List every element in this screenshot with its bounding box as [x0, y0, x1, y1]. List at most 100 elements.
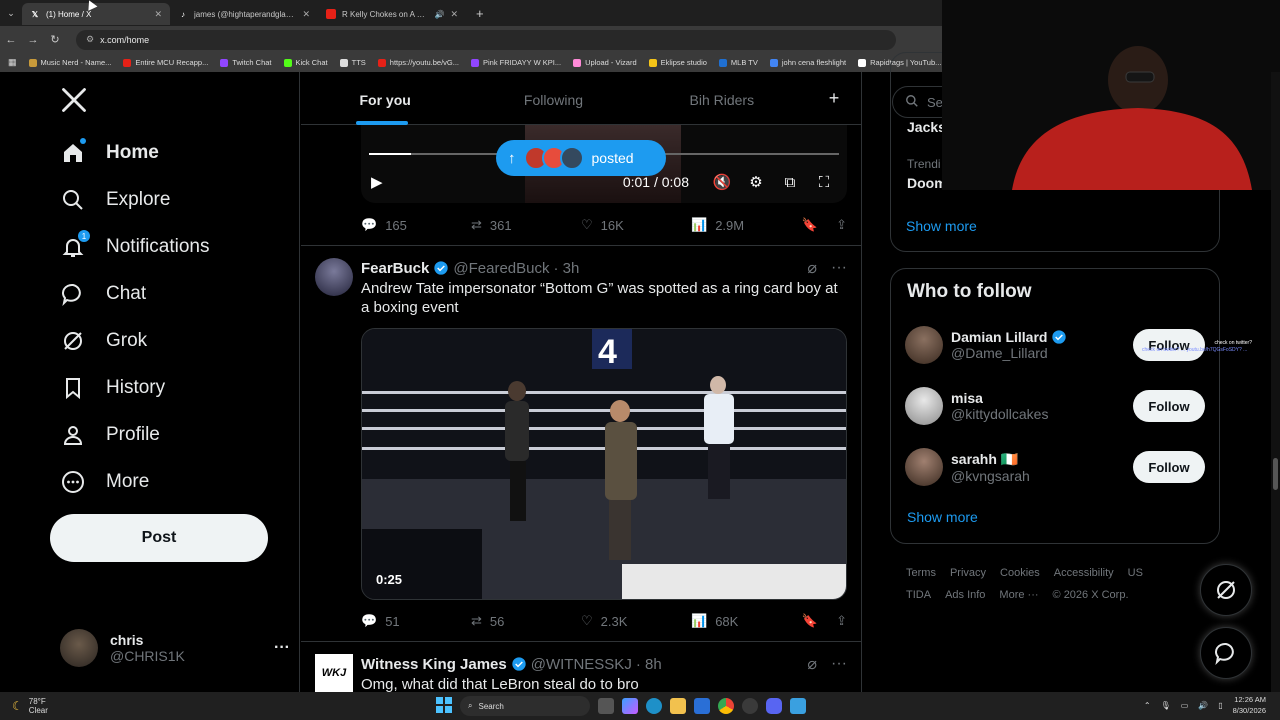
author-name[interactable]: Witness King James [361, 656, 507, 673]
bookmark-item[interactable]: Kick Chat [283, 58, 328, 67]
like-button[interactable]: ♡ 16K [581, 217, 691, 233]
x-logo-icon[interactable] [60, 86, 88, 122]
avatar[interactable]: WKJ [315, 654, 353, 692]
bookmark-item[interactable]: Pink FRIDAYY W KPI... [471, 58, 561, 67]
views-button[interactable]: 📊 68K [691, 613, 801, 629]
follow-suggestion[interactable]: misa @kittydollcakes Follow [905, 386, 1205, 426]
footer-link[interactable]: Accessibility [1054, 567, 1114, 579]
repost-button[interactable]: ⇄ 56 [471, 613, 581, 629]
like-button[interactable]: ♡ 2.3K [581, 613, 691, 629]
store-icon[interactable] [694, 698, 710, 714]
forward-icon[interactable]: → [22, 34, 44, 46]
trend-cut-top[interactable]: Jacks [907, 119, 946, 135]
bookmark-item[interactable]: Upload - Vizard [573, 58, 637, 67]
grok-fab-button[interactable] [1200, 564, 1252, 616]
browser-tab-youtube[interactable]: R Kelly Chokes on A Huge 🔊 ✕ [318, 3, 466, 25]
footer-link[interactable]: © 2026 X Corp. [1053, 589, 1129, 601]
page-scrollbar[interactable] [1271, 72, 1280, 692]
new-posts-pill[interactable]: ↑ posted [496, 140, 666, 176]
bookmark-item[interactable]: Twitch Chat [220, 58, 272, 67]
play-icon[interactable]: ▶ [371, 173, 405, 191]
bookmark-icon[interactable]: 🔖 [802, 613, 818, 629]
footer-link[interactable]: Ads Info [945, 589, 985, 601]
more-options-icon[interactable]: ··· [831, 259, 847, 277]
edge-icon[interactable] [646, 698, 662, 714]
grok-icon[interactable]: ⌀ [807, 654, 817, 674]
nav-history[interactable]: History [60, 373, 165, 403]
browser-tab-tiktok[interactable]: ♪ james (@hightaperandglasses) ✕ [170, 3, 318, 25]
account-menu-icon[interactable]: ··· [274, 639, 290, 657]
bookmark-item[interactable]: MLB TV [718, 58, 758, 67]
bookmark-item[interactable]: Entire MCU Recapp... [123, 58, 208, 67]
reply-button[interactable]: 💬 165 [361, 217, 471, 233]
tweet-time[interactable]: · 3h [553, 260, 579, 277]
close-tab-icon[interactable]: ✕ [450, 9, 458, 20]
bookmark-item[interactable]: https://youtu.be/vG... [377, 58, 459, 67]
back-icon[interactable]: ← [0, 34, 22, 46]
footer-link[interactable]: Privacy [950, 567, 986, 579]
notepad-icon[interactable] [790, 698, 806, 714]
author-handle[interactable]: @FearedBuck [453, 260, 549, 277]
follow-suggestion[interactable]: sarahh 🇮🇪 @kvngsarah Follow [905, 447, 1205, 487]
tab-list-chevron-icon[interactable]: ⌄ [0, 8, 22, 19]
apps-grid-icon[interactable]: ▦ [8, 57, 17, 68]
post-button[interactable]: Post [50, 514, 268, 562]
reply-button[interactable]: 💬 51 [361, 613, 471, 629]
clock[interactable]: 12:26 AM 8/30/2026 [1233, 694, 1266, 716]
nav-grok[interactable]: Grok [60, 326, 147, 356]
close-tab-icon[interactable]: ✕ [154, 9, 162, 20]
show-more-follow-link[interactable]: Show more [907, 509, 978, 525]
picture-in-picture-icon[interactable]: ⧉ [773, 174, 807, 191]
chevron-up-icon[interactable]: ⌃ [1144, 701, 1151, 710]
chrome-icon[interactable] [718, 698, 734, 714]
microphone-icon[interactable]: 🎙 [1161, 701, 1171, 710]
settings-gear-icon[interactable]: ⚙ [739, 173, 773, 191]
taskbar-search[interactable]: ⌕ Search [460, 696, 590, 716]
author-handle[interactable]: @WITNESSKJ [531, 656, 632, 673]
nav-explore[interactable]: Explore [60, 185, 170, 215]
bookmark-item[interactable]: TTS [339, 58, 366, 67]
fullscreen-icon[interactable]: ⛶ [807, 174, 841, 191]
views-button[interactable]: 📊 2.9M [691, 217, 801, 233]
chat-fab-button[interactable] [1200, 627, 1252, 679]
tab-following[interactable]: Following [469, 72, 637, 125]
close-tab-icon[interactable]: ✕ [302, 9, 310, 20]
footer-link[interactable]: More ··· [999, 589, 1038, 601]
battery-icon[interactable]: ▯ [1218, 701, 1222, 710]
repost-button[interactable]: ⇄ 361 [471, 217, 581, 233]
copilot-icon[interactable] [622, 698, 638, 714]
nav-more[interactable]: More [60, 467, 149, 497]
show-more-trends-link[interactable]: Show more [906, 218, 977, 234]
tab-bih-riders[interactable]: Bih Riders [638, 72, 806, 125]
nav-home[interactable]: Home [60, 138, 159, 168]
app-icon[interactable] [742, 698, 758, 714]
windows-start-icon[interactable] [436, 697, 452, 715]
site-info-icon[interactable]: ⚙ [86, 34, 94, 45]
more-options-icon[interactable]: ··· [831, 655, 847, 673]
share-icon[interactable]: ⇪ [836, 217, 847, 233]
nav-profile[interactable]: Profile [60, 420, 160, 450]
file-explorer-icon[interactable] [670, 698, 686, 714]
discord-icon[interactable] [766, 698, 782, 714]
new-tab-button[interactable]: + [476, 6, 484, 21]
tab-for-you[interactable]: For you [301, 72, 469, 125]
follow-button[interactable]: Follow [1133, 390, 1205, 422]
weather-widget[interactable]: ☾ 78°F Clear [12, 697, 92, 715]
bookmark-icon[interactable]: 🔖 [802, 217, 818, 233]
audio-playing-icon[interactable]: 🔊 [434, 10, 444, 19]
tweet-time[interactable]: · 8h [636, 656, 662, 673]
share-icon[interactable]: ⇪ [836, 613, 847, 629]
footer-link[interactable]: Cookies [1000, 567, 1040, 579]
nav-notifications[interactable]: 1 Notifications [60, 230, 210, 262]
nav-chat[interactable]: Chat [60, 279, 146, 309]
trend-name[interactable]: Doom [907, 175, 947, 191]
task-view-icon[interactable] [598, 698, 614, 714]
bookmark-item[interactable]: john cena fleshlight [769, 58, 846, 67]
tweet2-video[interactable]: 4 0:25 [361, 328, 847, 600]
account-switcher[interactable]: chris @CHRIS1K ··· [60, 626, 290, 670]
address-bar[interactable]: ⚙ x.com/home [76, 29, 896, 50]
author-name[interactable]: FearBuck [361, 260, 429, 277]
footer-link[interactable]: Terms [906, 567, 936, 579]
volume-icon[interactable]: 🔊 [1198, 701, 1208, 710]
mute-icon[interactable]: 🔇 [705, 173, 739, 191]
